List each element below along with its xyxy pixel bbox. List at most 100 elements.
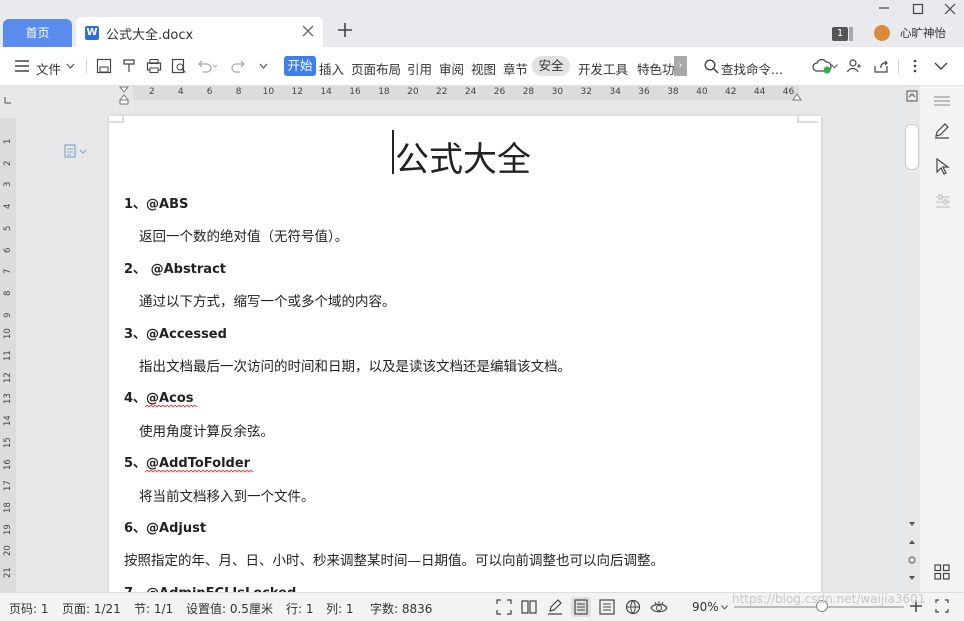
select-cursor-icon[interactable] (935, 158, 951, 176)
tab-review[interactable]: 审阅 (439, 59, 464, 78)
fullscreen-icon[interactable] (496, 599, 512, 615)
tab-references[interactable]: 引用 (407, 59, 432, 78)
share-icon[interactable] (873, 58, 889, 74)
web-view-icon[interactable] (625, 599, 641, 615)
sync-dropdown-icon[interactable] (831, 64, 838, 69)
scroll-down-arrow-icon[interactable] (908, 521, 916, 527)
ruler-number: 2 (3, 160, 13, 166)
maximize-icon[interactable] (910, 1, 926, 17)
zoom-level[interactable]: 90% (692, 600, 719, 614)
search-icon[interactable] (704, 59, 719, 74)
left-indent-marker[interactable] (119, 86, 129, 106)
entry-description: 指出文档最后一次访问的时间和日期，以及是读该文档还是编辑该文档。 (139, 359, 571, 375)
save-icon[interactable] (96, 58, 112, 74)
tab-view[interactable]: 视图 (471, 59, 496, 78)
ribbon-toolbar: 文件 开始 插入 页面布局 引用 审阅 视图 章节 安全 开发工具 特色功 › … (0, 47, 964, 86)
collapse-ribbon-icon[interactable] (934, 62, 948, 71)
ruler-number: 10 (262, 87, 275, 97)
ruler-number: 18 (3, 502, 13, 513)
best-fit-icon[interactable] (935, 599, 949, 613)
scrollbar-thumb[interactable] (905, 124, 919, 170)
reading-mode-icon[interactable] (521, 599, 537, 615)
more-tabs-icon[interactable]: › (674, 56, 687, 76)
ruler-number: 32 (580, 87, 592, 97)
next-page-icon[interactable] (908, 574, 916, 582)
entry-heading: 4、@Acos (124, 387, 193, 406)
tab-document[interactable]: W 公式大全.docx (76, 17, 323, 47)
outline-view-icon[interactable] (599, 599, 615, 615)
window-count-badge[interactable]: 1 (832, 27, 848, 41)
ruler-number: 17 (3, 480, 13, 492)
status-word-count[interactable]: 字数: 8836 (370, 600, 432, 617)
status-section[interactable]: 节: 1/1 (134, 600, 173, 617)
status-page[interactable]: 页面: 1/21 (62, 600, 121, 617)
user-avatar[interactable] (874, 25, 890, 41)
ruler-number: 1 (3, 138, 13, 144)
tab-security[interactable]: 安全 (532, 56, 570, 76)
quick-access-dropdown-icon[interactable] (259, 63, 268, 69)
status-page-code[interactable]: 页码: 1 (9, 600, 49, 617)
more-options-icon[interactable] (909, 58, 921, 74)
page-corner-mark-left (109, 116, 125, 124)
new-tab-icon[interactable] (338, 23, 352, 37)
redo-icon[interactable] (230, 58, 246, 74)
previous-page-icon[interactable] (908, 538, 916, 546)
apps-grid-icon[interactable] (934, 564, 950, 580)
tab-start[interactable]: 开始 (284, 56, 316, 76)
document-outline-icon[interactable] (64, 144, 88, 158)
scroll-top-icon[interactable] (906, 90, 918, 102)
spellcheck-underline (145, 470, 253, 473)
document-tab-title: 公式大全.docx (106, 28, 194, 43)
close-window-icon[interactable] (942, 1, 958, 17)
ruler-number: 38 (667, 87, 679, 97)
status-column[interactable]: 列: 1 (326, 600, 354, 617)
panel-menu-icon[interactable] (934, 96, 950, 106)
entry-heading: 6、@Adjust (124, 521, 207, 536)
tab-section[interactable]: 章节 (503, 59, 528, 78)
ruler-number: 3 (3, 181, 13, 188)
ruler-number: 40 (696, 87, 708, 97)
tab-page-layout[interactable]: 页面布局 (351, 59, 401, 78)
right-side-panel (920, 86, 964, 592)
print-preview-icon[interactable] (171, 58, 187, 74)
tab-special-features[interactable]: 特色功 (637, 59, 675, 78)
status-setting[interactable]: 设置值: 0.5厘米 (186, 600, 273, 617)
tab-bar: 首页 W 公式大全.docx 1 心旷神怡 (0, 0, 964, 47)
undo-icon[interactable] (197, 58, 219, 74)
ruler-corner-icon[interactable] (4, 96, 12, 104)
document-page[interactable]: 公式大全 1、@ABS 返回一个数的绝对值（无符号值）。 2、 @Abstrac… (109, 116, 821, 596)
ruler-number: 46 (782, 87, 795, 97)
add-collaborator-icon[interactable] (846, 58, 862, 74)
ruler-number: 28 (522, 87, 535, 97)
writing-mode-icon[interactable] (547, 599, 563, 615)
cloud-sync-icon[interactable] (812, 58, 832, 74)
eye-protection-icon[interactable] (650, 599, 668, 615)
entry-heading-text: 4、@Acos (124, 391, 194, 406)
edit-pen-icon[interactable] (933, 122, 951, 140)
format-painter-icon[interactable] (121, 58, 137, 74)
window-count-arrow (849, 27, 853, 41)
select-browse-object-icon[interactable] (908, 556, 916, 564)
user-name[interactable]: 心旷神怡 (900, 25, 946, 41)
ruler-number: 9 (3, 312, 13, 318)
status-row[interactable]: 行: 1 (286, 600, 314, 617)
close-tab-icon[interactable] (302, 25, 314, 37)
hamburger-menu-icon[interactable] (15, 60, 29, 72)
ruler-number: 14 (3, 415, 13, 427)
ruler-number: 44 (753, 87, 766, 97)
minimize-icon[interactable] (876, 0, 892, 16)
ruler-number: 6 (3, 247, 13, 253)
tab-insert[interactable]: 插入 (319, 59, 344, 78)
tab-home[interactable]: 首页 (3, 19, 72, 47)
file-menu[interactable]: 文件 (36, 59, 61, 78)
search-command-input[interactable]: 查找命令... (721, 59, 783, 78)
entry-heading: 1、@ABS (124, 197, 189, 212)
zoom-dropdown-icon[interactable] (721, 605, 728, 610)
page-view-icon[interactable] (573, 599, 589, 615)
tab-developer[interactable]: 开发工具 (578, 59, 628, 78)
ruler-number: 42 (725, 87, 737, 97)
spellcheck-underline (145, 405, 197, 408)
adjust-settings-icon[interactable] (934, 193, 952, 211)
print-icon[interactable] (146, 58, 162, 74)
chevron-down-icon[interactable] (66, 63, 75, 69)
